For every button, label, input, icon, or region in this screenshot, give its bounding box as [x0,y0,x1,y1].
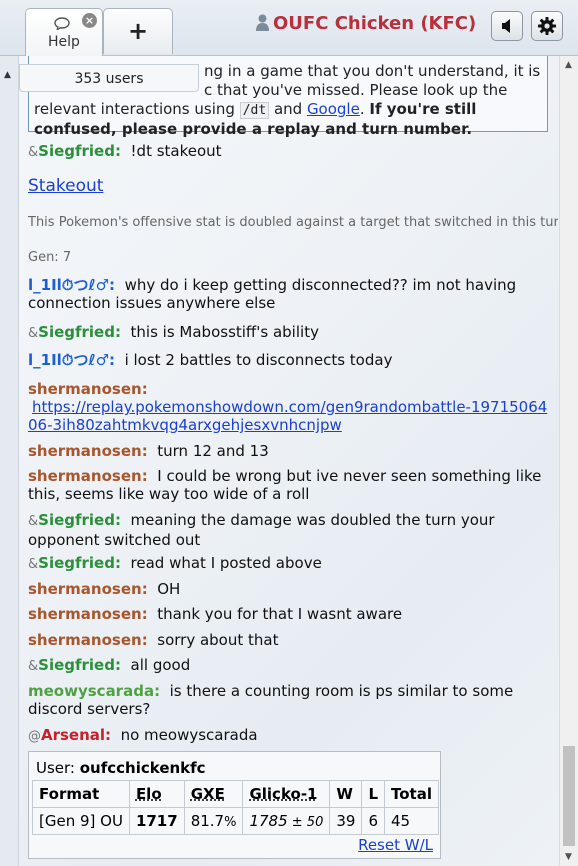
chat-scrollbar[interactable]: ▲ ▼ [559,56,578,866]
dt-result: Stakeout [28,177,556,195]
col-losses: L [361,780,385,808]
chat-message: shermanosen: turn 12 and 13 [28,442,269,460]
chat-username[interactable]: shermanosen: [28,442,148,460]
chat-message: l_1Il⏱つℓ♂: why do i keep getting disconn… [28,276,517,312]
ladder-table: Format Elo GXE Glicko-1 W L Total [Gen 9… [32,780,439,835]
chat-message: shermanosen: I could be wrong but ive ne… [28,467,542,503]
notice-line-4: confused, please provide a replay and tu… [34,120,473,138]
settings-button[interactable] [531,11,563,41]
chat-bubble-icon [54,17,70,30]
reset-wl-button[interactable]: Reset W/L [358,836,433,854]
left-rail: ▲ [0,56,19,866]
chat-message: &Siegfried: all good [28,656,191,674]
chat-message: l_1Il⏱つℓ♂: i lost 2 battles to disconnec… [28,351,393,369]
gear-icon [538,17,556,35]
cell-gxe: 81.7% [183,807,244,835]
table-header-row: Format Elo GXE Glicko-1 W L Total [32,780,439,808]
speaker-icon [502,19,510,33]
cell-losses: 6 [361,807,385,835]
replay-link[interactable]: https://replay.pokemonshowdown.com/gen9r… [28,398,547,434]
stats-user: User: oufcchickenkfc [36,759,206,777]
tab-help[interactable]: Help × [25,8,103,57]
close-icon[interactable]: × [82,13,97,28]
chat-username[interactable]: Arsenal: [41,726,111,744]
chat-message: &Siegfried: meaning the damage was doubl… [28,511,495,549]
cell-elo: 1717 [128,807,185,835]
chat-username[interactable]: Siegfried: [38,656,121,674]
plus-icon: + [127,17,149,45]
chat-username[interactable]: shermanosen: [28,380,148,398]
username-text: OUFC Chicken (KFC) [273,13,477,34]
chat-username[interactable]: shermanosen: [28,605,148,623]
chat-log[interactable]: ▲ ng in a game that you don't understand… [0,56,578,866]
new-tab-button[interactable]: + [103,8,173,54]
col-total: Total [384,780,439,808]
chat-message: @Arsenal: no meowyscarada [28,726,258,744]
chat-message: &Siegfried: !dt stakeout [28,142,222,160]
notice-line-3: relevant interactions using /dt and Goog… [34,100,477,119]
col-elo: Elo [128,780,185,808]
col-wins: W [329,780,363,808]
col-glicko: Glicko-1 [242,780,331,808]
chat-message: shermanosen: thank you for that I wasnt … [28,605,403,623]
scroll-down-icon[interactable]: ▼ [565,852,572,862]
col-gxe: GXE [183,780,244,808]
col-format: Format [32,780,130,808]
username-button[interactable]: OUFC Chicken (KFC) [256,13,476,34]
chat-message: shermanosen: https://replay.pokemonshowdo… [28,380,556,434]
userlist-button[interactable]: 353 users [19,64,199,92]
cell-glicko: 1785 ± 50 [242,807,331,835]
chat-message: meowyscarada: is there a counting room i… [28,682,514,718]
chat-username[interactable]: shermanosen: [28,467,148,485]
dt-description: This Pokemon's offensive stat is doubled… [28,215,558,230]
chat-username[interactable]: meowyscarada: [28,682,160,700]
ladder-stats-box: User: oufcchickenkfc Format Elo GXE Glic… [28,751,441,859]
chat-message: &Siegfried: this is Mabosstiff's ability [28,323,319,341]
cell-total: 45 [384,807,439,835]
dt-command: /dt [239,102,270,119]
chat-message: shermanosen: sorry about that [28,631,279,649]
tab-help-label: Help [48,34,80,50]
user-icon [256,14,269,31]
chat-username[interactable]: l_1Il⏱つℓ♂: [28,351,115,369]
scroll-up-icon[interactable]: ▲ [565,60,572,70]
dt-gen: Gen: 7 [28,250,72,265]
chat-username[interactable]: Siegfried: [38,554,121,572]
chat-username[interactable]: Siegfried: [38,142,121,160]
chat-username[interactable]: l_1Il⏱つℓ♂: [28,276,115,294]
top-header: Help × + OUFC Chicken (KFC) [0,0,578,57]
cell-wins: 39 [329,807,363,835]
scrollbar-thumb[interactable] [563,746,575,846]
chat-username[interactable]: shermanosen: [28,631,148,649]
collapse-arrow-icon[interactable]: ▲ [4,70,11,80]
cell-format: [Gen 9] OU [32,807,130,835]
chat-username[interactable]: Siegfried: [38,323,121,341]
sound-button[interactable] [491,11,523,41]
table-row: [Gen 9] OU 1717 81.7% 1785 ± 50 39 6 45 [32,807,439,835]
chat-message: &Siegfried: read what I posted above [28,554,322,572]
stakeout-link[interactable]: Stakeout [28,176,103,196]
chat-username[interactable]: shermanosen: [28,580,148,598]
google-link[interactable]: Google [307,100,360,118]
chat-message: shermanosen: OH [28,580,181,598]
chat-username[interactable]: Siegfried: [38,511,121,529]
